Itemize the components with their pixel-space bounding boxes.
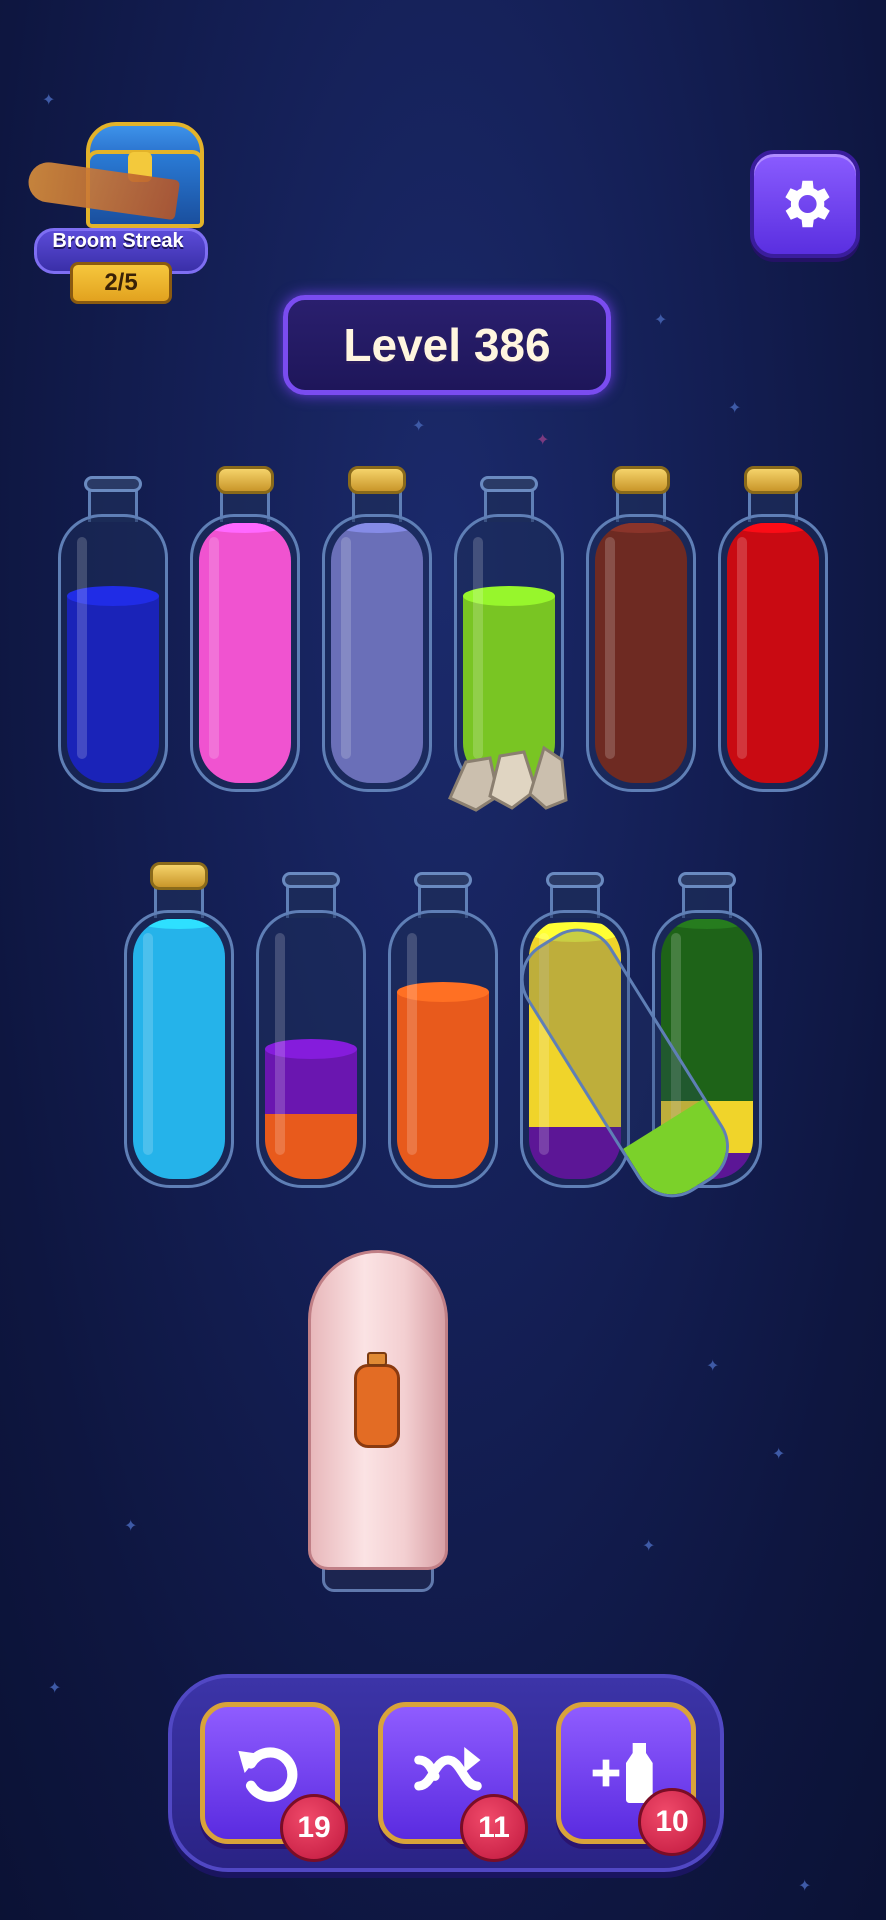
bottle-rim bbox=[546, 872, 604, 888]
bottle-rim bbox=[84, 476, 142, 492]
bottle-glass bbox=[190, 514, 300, 792]
star-decoration: ✦ bbox=[728, 398, 742, 417]
star-decoration: ✦ bbox=[536, 430, 550, 449]
bottle-5[interactable] bbox=[586, 452, 696, 792]
bottle-glass bbox=[124, 910, 234, 1188]
level-title: Level 386 bbox=[343, 319, 551, 371]
bottle-6[interactable] bbox=[718, 452, 828, 792]
add-bottle-count-badge: 10 bbox=[638, 1788, 706, 1856]
covered-mystery-bottle[interactable] bbox=[308, 1250, 448, 1595]
bottle-2[interactable] bbox=[190, 452, 300, 792]
bottle-7[interactable] bbox=[124, 848, 234, 1188]
bottle-glass bbox=[718, 514, 828, 792]
gear-icon bbox=[785, 180, 830, 228]
star-decoration: ✦ bbox=[798, 1876, 812, 1895]
bottle-glass bbox=[388, 910, 498, 1188]
mini-bottle-icon bbox=[354, 1352, 400, 1448]
cork-icon bbox=[612, 466, 670, 494]
cork-icon bbox=[150, 862, 208, 890]
undo-count-badge: 19 bbox=[280, 1794, 348, 1862]
rocks-obstacle-icon bbox=[448, 745, 568, 812]
star-decoration: ✦ bbox=[772, 1444, 786, 1463]
bottle-glass bbox=[322, 514, 432, 792]
bottle-rim bbox=[282, 872, 340, 888]
star-decoration: ✦ bbox=[642, 1536, 656, 1555]
star-decoration: ✦ bbox=[706, 1356, 720, 1375]
star-decoration: ✦ bbox=[48, 1678, 62, 1697]
broom-streak-widget[interactable]: Broom Streak 2/5 bbox=[25, 110, 208, 304]
bottle-glass bbox=[586, 514, 696, 792]
bottle-glass bbox=[58, 514, 168, 792]
bottle-8[interactable] bbox=[256, 848, 366, 1188]
star-decoration: ✦ bbox=[654, 310, 668, 329]
star-decoration: ✦ bbox=[124, 1516, 138, 1535]
cork-icon bbox=[744, 466, 802, 494]
bottle-1[interactable] bbox=[58, 452, 168, 792]
bottle-9[interactable] bbox=[388, 848, 498, 1188]
star-decoration: ✦ bbox=[42, 90, 56, 109]
bottle-3[interactable] bbox=[322, 452, 432, 792]
cork-icon bbox=[348, 466, 406, 494]
level-badge: Level 386 bbox=[283, 295, 611, 395]
bottle-rim bbox=[414, 872, 472, 888]
streak-count: 2/5 bbox=[70, 262, 172, 304]
shuffle-count-badge: 11 bbox=[460, 1794, 528, 1862]
bottle-rim bbox=[678, 872, 736, 888]
star-decoration: ✦ bbox=[412, 416, 426, 435]
cork-icon bbox=[216, 466, 274, 494]
bottle-rim bbox=[480, 476, 538, 492]
bottle-glass bbox=[256, 910, 366, 1188]
streak-label: Broom Streak bbox=[52, 230, 184, 252]
settings-button[interactable] bbox=[750, 150, 860, 258]
